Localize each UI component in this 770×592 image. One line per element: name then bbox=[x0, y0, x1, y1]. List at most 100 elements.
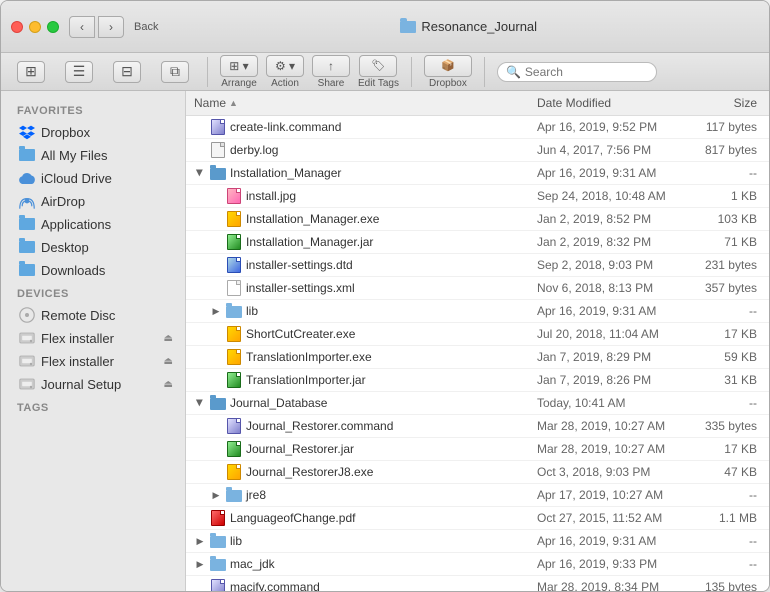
expand-arrow[interactable]: ▶ bbox=[210, 489, 222, 501]
minimize-button[interactable] bbox=[29, 21, 41, 33]
eject-icon-2[interactable]: ⏏ bbox=[164, 356, 173, 367]
file-name-cell: installer-settings.xml bbox=[186, 278, 529, 298]
file-type-icon bbox=[226, 487, 242, 503]
sidebar-item-desktop[interactable]: Desktop bbox=[5, 236, 181, 258]
file-size: 31 KB bbox=[689, 371, 769, 389]
expand-arrow[interactable]: ▶ bbox=[194, 167, 206, 179]
view-icon-grid[interactable]: ⊞ bbox=[11, 61, 51, 83]
expand-arrow[interactable]: ▶ bbox=[194, 397, 206, 409]
table-row[interactable]: macify.command Mar 28, 2019, 8:34 PM 135… bbox=[186, 576, 769, 591]
sidebar-item-applications[interactable]: Applications bbox=[5, 213, 181, 235]
table-row[interactable]: ▶ lib Apr 16, 2019, 9:31 AM -- bbox=[186, 530, 769, 553]
file-size: 335 bytes bbox=[689, 417, 769, 435]
view-icon-columns[interactable]: ⊟ bbox=[107, 61, 147, 83]
file-type-icon bbox=[226, 441, 242, 457]
search-box[interactable]: 🔍 bbox=[497, 62, 657, 82]
view-icon-cover[interactable]: ⧉ bbox=[155, 61, 195, 83]
table-row[interactable]: ▶ Journal_Database Today, 10:41 AM -- bbox=[186, 392, 769, 415]
cover-icon: ⧉ bbox=[161, 61, 189, 83]
close-button[interactable] bbox=[11, 21, 23, 33]
table-row[interactable]: ▶ mac_jdk Apr 16, 2019, 9:33 PM -- bbox=[186, 553, 769, 576]
sidebar-item-journal-setup[interactable]: Journal Setup ⏏ bbox=[5, 373, 181, 395]
expand-arrow[interactable]: ▶ bbox=[194, 535, 206, 547]
file-date: Mar 28, 2019, 10:27 AM bbox=[529, 417, 689, 435]
file-type-icon bbox=[210, 395, 226, 411]
sidebar-item-all-my-files[interactable]: All My Files bbox=[5, 144, 181, 166]
sidebar-item-flex-installer-1[interactable]: Flex installer ⏏ bbox=[5, 327, 181, 349]
table-row[interactable]: derby.log Jun 4, 2017, 7:56 PM 817 bytes bbox=[186, 139, 769, 162]
file-date: Jan 7, 2019, 8:29 PM bbox=[529, 348, 689, 366]
table-row[interactable]: ▶ lib Apr 16, 2019, 9:31 AM -- bbox=[186, 300, 769, 323]
search-input[interactable] bbox=[525, 65, 655, 79]
col-size[interactable]: Size bbox=[689, 94, 769, 112]
file-date: Jun 4, 2017, 7:56 PM bbox=[529, 141, 689, 159]
table-row[interactable]: TranslationImporter.exe Jan 7, 2019, 8:2… bbox=[186, 346, 769, 369]
folder-icon bbox=[400, 21, 416, 33]
arrange-icon[interactable]: ⊞ ▾ bbox=[220, 55, 258, 77]
file-size: 817 bytes bbox=[689, 141, 769, 159]
file-date: Oct 3, 2018, 9:03 PM bbox=[529, 463, 689, 481]
titlebar: ‹ › Back Resonance_Journal bbox=[1, 1, 769, 53]
col-date[interactable]: Date Modified bbox=[529, 94, 689, 112]
file-name: jre8 bbox=[246, 488, 266, 502]
toolbar: ⊞ ☰ ⊟ ⧉ ⊞ ▾ Arrange ⚙ ▾ Action ↑ Share 🏷… bbox=[1, 53, 769, 91]
forward-button[interactable]: › bbox=[98, 16, 124, 38]
traffic-lights bbox=[11, 21, 59, 33]
sidebar-item-remote-disc[interactable]: Remote Disc bbox=[5, 304, 181, 326]
sidebar-item-flex-installer-2[interactable]: Flex installer ⏏ bbox=[5, 350, 181, 372]
table-row[interactable]: TranslationImporter.jar Jan 7, 2019, 8:2… bbox=[186, 369, 769, 392]
eject-icon-3[interactable]: ⏏ bbox=[164, 379, 173, 390]
file-date: Jan 7, 2019, 8:26 PM bbox=[529, 371, 689, 389]
back-button[interactable]: ‹ bbox=[69, 16, 95, 38]
file-name: mac_jdk bbox=[230, 557, 275, 571]
file-type-icon bbox=[210, 119, 226, 135]
expand-arrow[interactable]: ▶ bbox=[194, 558, 206, 570]
search-icon: 🔍 bbox=[506, 65, 521, 79]
table-row[interactable]: installer-settings.dtd Sep 2, 2018, 9:03… bbox=[186, 254, 769, 277]
expand-arrow[interactable]: ▶ bbox=[210, 305, 222, 317]
table-row[interactable]: ShortCutCreater.exe Jul 20, 2018, 11:04 … bbox=[186, 323, 769, 346]
window-title-text: Resonance_Journal bbox=[421, 19, 537, 34]
table-row[interactable]: ▶ jre8 Apr 17, 2019, 10:27 AM -- bbox=[186, 484, 769, 507]
sidebar-item-icloud-drive[interactable]: iCloud Drive bbox=[5, 167, 181, 189]
file-date: Jan 2, 2019, 8:52 PM bbox=[529, 210, 689, 228]
dropbox-icon[interactable]: 📦 bbox=[424, 55, 472, 77]
table-row[interactable]: ▶ Installation_Manager Apr 16, 2019, 9:3… bbox=[186, 162, 769, 185]
table-row[interactable]: create-link.command Apr 16, 2019, 9:52 P… bbox=[186, 116, 769, 139]
edit-tags-icon[interactable]: 🏷 bbox=[359, 55, 397, 77]
file-date: Apr 16, 2019, 9:31 AM bbox=[529, 164, 689, 182]
file-size: -- bbox=[689, 486, 769, 504]
table-row[interactable]: Journal_Restorer.command Mar 28, 2019, 1… bbox=[186, 415, 769, 438]
grid-icon: ⊞ bbox=[17, 61, 45, 83]
icloud-icon bbox=[19, 170, 35, 186]
file-name-cell: ▶ Installation_Manager bbox=[186, 163, 529, 183]
sidebar-item-dropbox[interactable]: Dropbox bbox=[5, 121, 181, 143]
col-date-label: Date Modified bbox=[537, 96, 611, 110]
view-icon-list[interactable]: ☰ bbox=[59, 61, 99, 83]
file-type-icon bbox=[226, 326, 242, 342]
table-row[interactable]: install.jpg Sep 24, 2018, 10:48 AM 1 KB bbox=[186, 185, 769, 208]
file-type-icon bbox=[226, 464, 242, 480]
maximize-button[interactable] bbox=[47, 21, 59, 33]
table-row[interactable]: Journal_Restorer.jar Mar 28, 2019, 10:27… bbox=[186, 438, 769, 461]
file-date: Apr 16, 2019, 9:31 AM bbox=[529, 302, 689, 320]
file-name: Journal_Database bbox=[230, 396, 327, 410]
table-row[interactable]: LanguageofChange.pdf Oct 27, 2015, 11:52… bbox=[186, 507, 769, 530]
action-icon[interactable]: ⚙ ▾ bbox=[266, 55, 304, 77]
sidebar-item-airdrop[interactable]: AirDrop bbox=[5, 190, 181, 212]
eject-icon-1[interactable]: ⏏ bbox=[164, 333, 173, 344]
table-row[interactable]: installer-settings.xml Nov 6, 2018, 8:13… bbox=[186, 277, 769, 300]
filebrowser-header: Name ▲ Date Modified Size bbox=[186, 91, 769, 116]
sidebar-item-label-airdrop: AirDrop bbox=[41, 194, 85, 209]
col-name[interactable]: Name ▲ bbox=[186, 94, 529, 112]
table-row[interactable]: Journal_RestorerJ8.exe Oct 3, 2018, 9:03… bbox=[186, 461, 769, 484]
table-row[interactable]: Installation_Manager.jar Jan 2, 2019, 8:… bbox=[186, 231, 769, 254]
table-row[interactable]: Installation_Manager.exe Jan 2, 2019, 8:… bbox=[186, 208, 769, 231]
share-icon[interactable]: ↑ bbox=[312, 55, 350, 77]
file-type-icon bbox=[226, 234, 242, 250]
tags-section-label: Tags bbox=[1, 396, 185, 417]
devices-section-label: Devices bbox=[1, 282, 185, 303]
file-date: Apr 16, 2019, 9:31 AM bbox=[529, 532, 689, 550]
columns-icon: ⊟ bbox=[113, 61, 141, 83]
sidebar-item-downloads[interactable]: Downloads bbox=[5, 259, 181, 281]
